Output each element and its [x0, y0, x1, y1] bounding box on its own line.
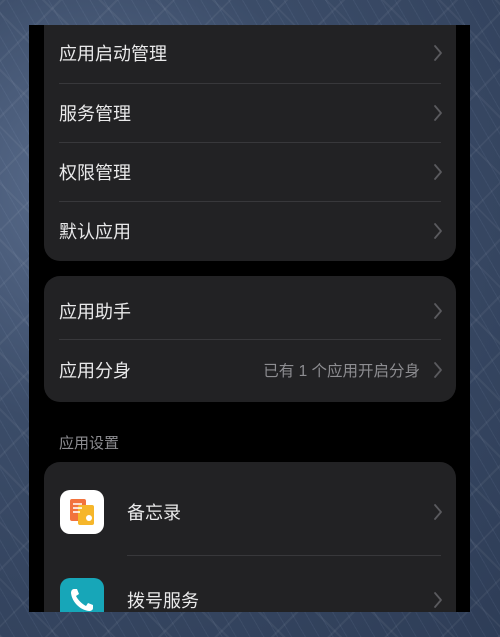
item-label: 权限管理 — [59, 162, 131, 183]
app-settings-group: 备忘录 拨号服务 — [44, 462, 456, 612]
item-label: 默认应用 — [59, 221, 131, 242]
chevron-right-icon — [433, 222, 443, 240]
chevron-right-icon — [433, 503, 443, 521]
chevron-right-icon — [433, 361, 443, 379]
memo-icon — [60, 490, 104, 534]
item-label: 应用分身 — [59, 360, 131, 381]
default-apps-item[interactable]: 默认应用 — [44, 201, 456, 260]
app-item-dialer[interactable]: 拨号服务 — [44, 556, 456, 612]
permission-management-item[interactable]: 权限管理 — [44, 142, 456, 201]
chevron-right-icon — [433, 44, 443, 62]
service-management-item[interactable]: 服务管理 — [44, 83, 456, 142]
item-label: 拨号服务 — [127, 591, 199, 611]
settings-screen: 应用启动管理 服务管理 权限管理 默认应用 应用助手 应用分身 已有 1 个应用… — [29, 25, 470, 612]
app-launch-management-item[interactable]: 应用启动管理 — [44, 25, 456, 82]
app-tools-group: 应用助手 应用分身 已有 1 个应用开启分身 — [44, 276, 456, 402]
item-label: 备忘录 — [127, 503, 181, 523]
app-management-group: 应用启动管理 服务管理 权限管理 默认应用 — [44, 25, 456, 261]
app-clone-status: 已有 1 个应用开启分身 — [263, 362, 420, 380]
chevron-right-icon — [433, 591, 443, 609]
app-item-memo[interactable]: 备忘录 — [44, 468, 456, 556]
chevron-right-icon — [433, 104, 443, 122]
chevron-right-icon — [433, 163, 443, 181]
item-label: 应用助手 — [59, 301, 131, 322]
app-assistant-item[interactable]: 应用助手 — [44, 281, 456, 340]
app-clone-item[interactable]: 应用分身 已有 1 个应用开启分身 — [44, 340, 456, 399]
chevron-right-icon — [433, 302, 443, 320]
section-title: 应用设置 — [59, 435, 120, 452]
item-label: 服务管理 — [59, 103, 131, 124]
phone-icon — [60, 578, 104, 612]
item-label: 应用启动管理 — [59, 43, 167, 64]
